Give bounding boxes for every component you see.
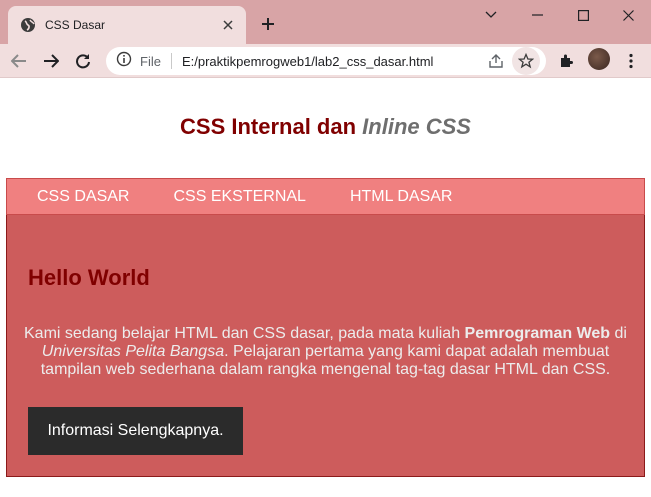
- window-close-icon[interactable]: [605, 0, 651, 30]
- hello-heading: Hello World: [28, 265, 150, 290]
- nav-link-css-eksternal[interactable]: CSS EKSTERNAL: [173, 188, 305, 206]
- extensions-icon[interactable]: [552, 47, 580, 75]
- url-text[interactable]: E:/praktikpemrogweb1/lab2_css_dasar.html: [182, 54, 433, 69]
- page-title-italic: Inline CSS: [362, 114, 471, 139]
- paragraph-italic: Universitas Pelita Bangsa: [41, 343, 225, 360]
- address-bar[interactable]: File E:/praktikpemrogweb1/lab2_css_dasar…: [106, 47, 546, 75]
- browser-tab[interactable]: CSS Dasar: [8, 6, 246, 44]
- page-viewport: CSS Internal dan Inline CSS CSS DASAR CS…: [0, 78, 651, 497]
- paragraph-bold: Pemrograman Web: [464, 325, 611, 342]
- avatar[interactable]: [588, 48, 610, 70]
- paragraph-text-2: di: [610, 325, 627, 342]
- page-title: CSS Internal dan Inline CSS: [0, 114, 651, 140]
- star-icon[interactable]: [512, 47, 540, 75]
- browser-toolbar: File E:/praktikpemrogweb1/lab2_css_dasar…: [0, 44, 651, 78]
- share-icon[interactable]: [482, 47, 510, 75]
- back-arrow-icon[interactable]: [5, 47, 33, 75]
- nav-link-html-dasar[interactable]: HTML DASAR: [350, 188, 453, 206]
- nav-link-css-dasar[interactable]: CSS DASAR: [37, 188, 129, 206]
- page-title-text: CSS Internal dan: [180, 114, 363, 139]
- forward-arrow-icon[interactable]: [37, 47, 65, 75]
- reload-icon[interactable]: [69, 47, 97, 75]
- tab-strip: CSS Dasar: [0, 0, 651, 44]
- maximize-icon[interactable]: [560, 0, 606, 30]
- plus-icon[interactable]: [256, 12, 280, 36]
- minimize-icon[interactable]: [514, 0, 560, 30]
- info-icon[interactable]: [116, 51, 132, 72]
- scheme-label: File: [140, 53, 161, 69]
- more-info-button[interactable]: Informasi Selengkapnya.: [28, 407, 243, 455]
- chevron-down-icon[interactable]: [468, 0, 514, 30]
- globe-icon: [20, 17, 36, 33]
- close-icon[interactable]: [220, 17, 236, 33]
- kebab-menu-icon[interactable]: [617, 47, 645, 75]
- tab-title: CSS Dasar: [45, 18, 106, 32]
- paragraph-text-1: Kami sedang belajar HTML dan CSS dasar, …: [24, 325, 465, 342]
- navigation-bar: CSS DASAR CSS EKSTERNAL HTML DASAR: [6, 178, 645, 215]
- address-separator: [170, 53, 172, 69]
- intro-paragraph: Kami sedang belajar HTML dan CSS dasar, …: [19, 325, 632, 379]
- main-content-box: Hello World Kami sedang belajar HTML dan…: [6, 215, 645, 477]
